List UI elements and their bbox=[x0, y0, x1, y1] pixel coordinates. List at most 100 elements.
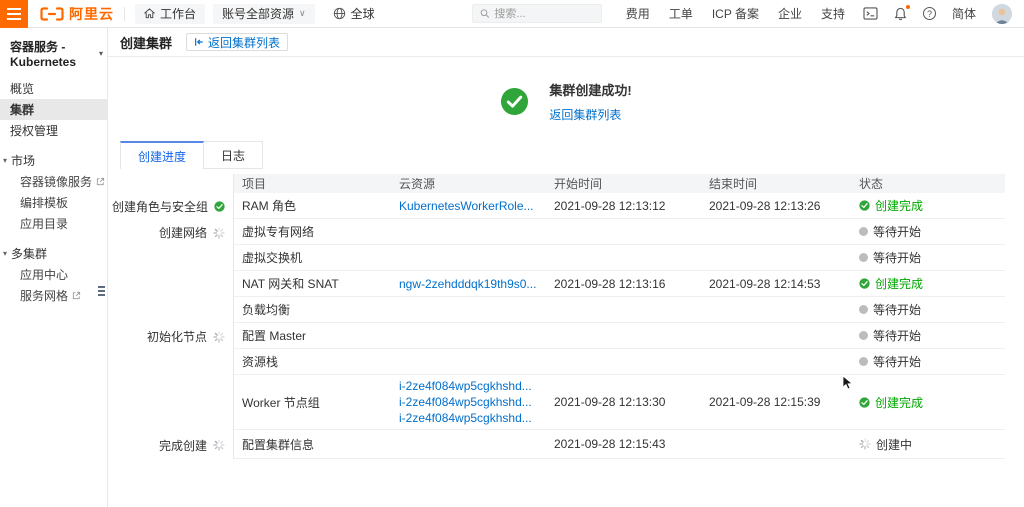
cell-resources: ngw-2zehdddqk19th9s0... bbox=[391, 273, 546, 295]
status-label: 创建中 bbox=[876, 437, 913, 452]
resource-link[interactable]: i-2ze4f084wp5cgkhshd... bbox=[399, 395, 546, 409]
stage-2: 初始化节点 bbox=[147, 328, 225, 345]
topbar-menu-item-0[interactable]: 费用 bbox=[626, 5, 650, 22]
resource-scope-dropdown[interactable]: 账号全部资源 ∨ bbox=[213, 3, 315, 24]
cell-start-time bbox=[546, 332, 701, 340]
sidebar-item-2[interactable]: 授权管理 bbox=[0, 120, 107, 141]
sidebar-item-0[interactable]: 概览 bbox=[0, 78, 107, 99]
status-waiting-icon bbox=[859, 227, 868, 236]
sidebar-item-1[interactable]: 集群 bbox=[0, 99, 107, 120]
status-label: 等待开始 bbox=[873, 303, 922, 317]
sidebar-item-label: 授权管理 bbox=[10, 124, 59, 138]
status-done-icon bbox=[859, 278, 870, 289]
resource-link[interactable]: i-2ze4f084wp5cgkhshd... bbox=[399, 379, 546, 393]
back-to-cluster-list-button[interactable]: 返回集群列表 bbox=[186, 33, 289, 51]
cell-end-time bbox=[701, 306, 851, 314]
status-waiting-icon bbox=[859, 253, 868, 262]
cell-end-time: 2021-09-28 12:14:53 bbox=[709, 276, 821, 291]
cell-end-time bbox=[701, 358, 851, 366]
chevron-down-icon: ∨ bbox=[299, 8, 306, 18]
status-badge: 等待开始 bbox=[859, 327, 1005, 344]
resource-link[interactable]: i-2ze4f084wp5cgkhshd... bbox=[399, 411, 546, 425]
table-row: 资源栈 等待开始 bbox=[234, 349, 1005, 375]
cell-item: Worker 节点组 bbox=[242, 395, 320, 410]
aliyun-logo[interactable]: 阿里云 bbox=[40, 4, 114, 24]
resource-link[interactable]: ngw-2zehdddqk19th9s0... bbox=[399, 277, 546, 291]
workbench-button[interactable]: 工作台 bbox=[135, 3, 206, 24]
progress-section: 创建角色与安全组 创建网络 初始化节点 完成创建 项目 云资源 开始时间 结束时间 状态 RA… bbox=[108, 174, 1005, 459]
return-arrow-icon bbox=[195, 38, 203, 46]
back-button-label: 返回集群列表 bbox=[208, 35, 281, 50]
sidebar-group-label: 市场 bbox=[11, 154, 36, 168]
topbar-menu-item-2[interactable]: ICP 备案 bbox=[712, 5, 759, 22]
table-row: Worker 节点组 i-2ze4f084wp5cgkhshd... i-2ze4f… bbox=[234, 375, 1005, 430]
search-box[interactable] bbox=[471, 4, 602, 23]
workbench-label: 工作台 bbox=[160, 7, 197, 21]
resource-link[interactable]: KubernetesWorkerRole... bbox=[399, 199, 546, 213]
status-badge: 创建完成 bbox=[859, 197, 1005, 214]
topbar-divider bbox=[124, 6, 125, 21]
search-input[interactable] bbox=[494, 7, 594, 20]
cell-status: 等待开始 bbox=[851, 349, 1005, 374]
status-waiting-icon bbox=[859, 331, 868, 340]
nav-menu-button[interactable] bbox=[0, 0, 28, 28]
sidebar-item-6[interactable]: 应用目录 bbox=[0, 213, 107, 234]
success-message: 集群创建成功! bbox=[549, 82, 632, 98]
cell-resources: KubernetesWorkerRole... bbox=[391, 195, 546, 217]
cell-item: 配置 Master bbox=[242, 329, 307, 343]
status-running-spinner-icon bbox=[213, 439, 225, 451]
sidebar-item-5[interactable]: 编排模板 bbox=[0, 192, 107, 213]
topbar-menu-item-3[interactable]: 企业 bbox=[778, 5, 802, 22]
cell-item: 资源栈 bbox=[242, 355, 279, 369]
sidebar-group-7[interactable]: ▾ 多集群 bbox=[0, 243, 107, 264]
topbar-menu-item-4[interactable]: 支持 bbox=[821, 5, 845, 22]
status-done-icon bbox=[214, 201, 225, 212]
tab-logs[interactable]: 日志 bbox=[204, 141, 264, 169]
cell-status: 等待开始 bbox=[851, 219, 1005, 244]
help-icon[interactable]: ? bbox=[922, 7, 936, 20]
avatar[interactable] bbox=[992, 3, 1012, 24]
search-icon bbox=[480, 9, 489, 18]
status-label: 创建完成 bbox=[875, 199, 924, 213]
sidebar-item-4[interactable]: 容器镜像服务 bbox=[0, 171, 107, 192]
status-badge: 等待开始 bbox=[859, 249, 1005, 266]
cell-item: 负载均衡 bbox=[242, 303, 291, 317]
status-done-icon bbox=[859, 200, 870, 211]
page-header: 创建集群 返回集群列表 bbox=[108, 28, 1024, 57]
chevron-down-icon: ▾ bbox=[3, 156, 8, 165]
language-selector[interactable]: 简体 bbox=[952, 5, 976, 22]
bell-icon[interactable] bbox=[894, 4, 910, 21]
table-header: 项目 云资源 开始时间 结束时间 状态 bbox=[234, 174, 1005, 193]
table-row: 配置 Master 等待开始 bbox=[234, 323, 1005, 349]
cell-resources bbox=[391, 332, 546, 340]
sidebar-item-label: 编排模板 bbox=[20, 196, 69, 210]
sidebar-item-9[interactable]: 服务网格 bbox=[0, 285, 107, 306]
sidebar-item-8[interactable]: 应用中心 bbox=[0, 264, 107, 285]
product-switcher[interactable]: 容器服务 - Kubernetes ▾ bbox=[0, 28, 107, 78]
back-to-cluster-list-link[interactable]: 返回集群列表 bbox=[549, 108, 621, 122]
status-badge: 等待开始 bbox=[859, 301, 1005, 318]
cell-status: 等待开始 bbox=[851, 323, 1005, 348]
sidebar-collapse-handle[interactable] bbox=[98, 284, 105, 297]
tab-bar: 创建进度 日志 bbox=[120, 141, 1024, 169]
topbar: 阿里云 工作台 账号全部资源 ∨ 全球 费用 工单 ICP 备案 企业 支持 bbox=[0, 0, 1024, 28]
resource-scope-label: 账号全部资源 bbox=[222, 7, 295, 21]
sidebar-item-label: 容器镜像服务 bbox=[20, 175, 93, 189]
progress-table: 项目 云资源 开始时间 结束时间 状态 RAM 角色 KubernetesWorkerRo… bbox=[233, 174, 1005, 459]
sidebar-item-label: 集群 bbox=[10, 103, 35, 117]
cell-start-time: 2021-09-28 12:13:16 bbox=[554, 276, 666, 291]
cloudshell-icon[interactable] bbox=[863, 7, 878, 20]
cell-status: 等待开始 bbox=[851, 297, 1005, 322]
topbar-menu-item-1[interactable]: 工单 bbox=[669, 5, 693, 22]
status-done-icon bbox=[859, 396, 870, 408]
table-body: RAM 角色 KubernetesWorkerRole... 2021-09-28 … bbox=[234, 193, 1005, 459]
cell-item: NAT 网关和 SNAT bbox=[242, 277, 339, 291]
tab-progress[interactable]: 创建进度 bbox=[120, 141, 205, 169]
status-running-spinner-icon bbox=[859, 438, 871, 450]
sidebar-group-3[interactable]: ▾ 市场 bbox=[0, 150, 107, 171]
cell-status: 创建完成 bbox=[851, 390, 1005, 415]
region-selector[interactable]: 全球 bbox=[333, 5, 375, 22]
table-row: RAM 角色 KubernetesWorkerRole... 2021-09-28 … bbox=[234, 193, 1005, 219]
sidebar-item-label: 概览 bbox=[10, 82, 35, 96]
status-waiting-icon bbox=[859, 305, 868, 314]
